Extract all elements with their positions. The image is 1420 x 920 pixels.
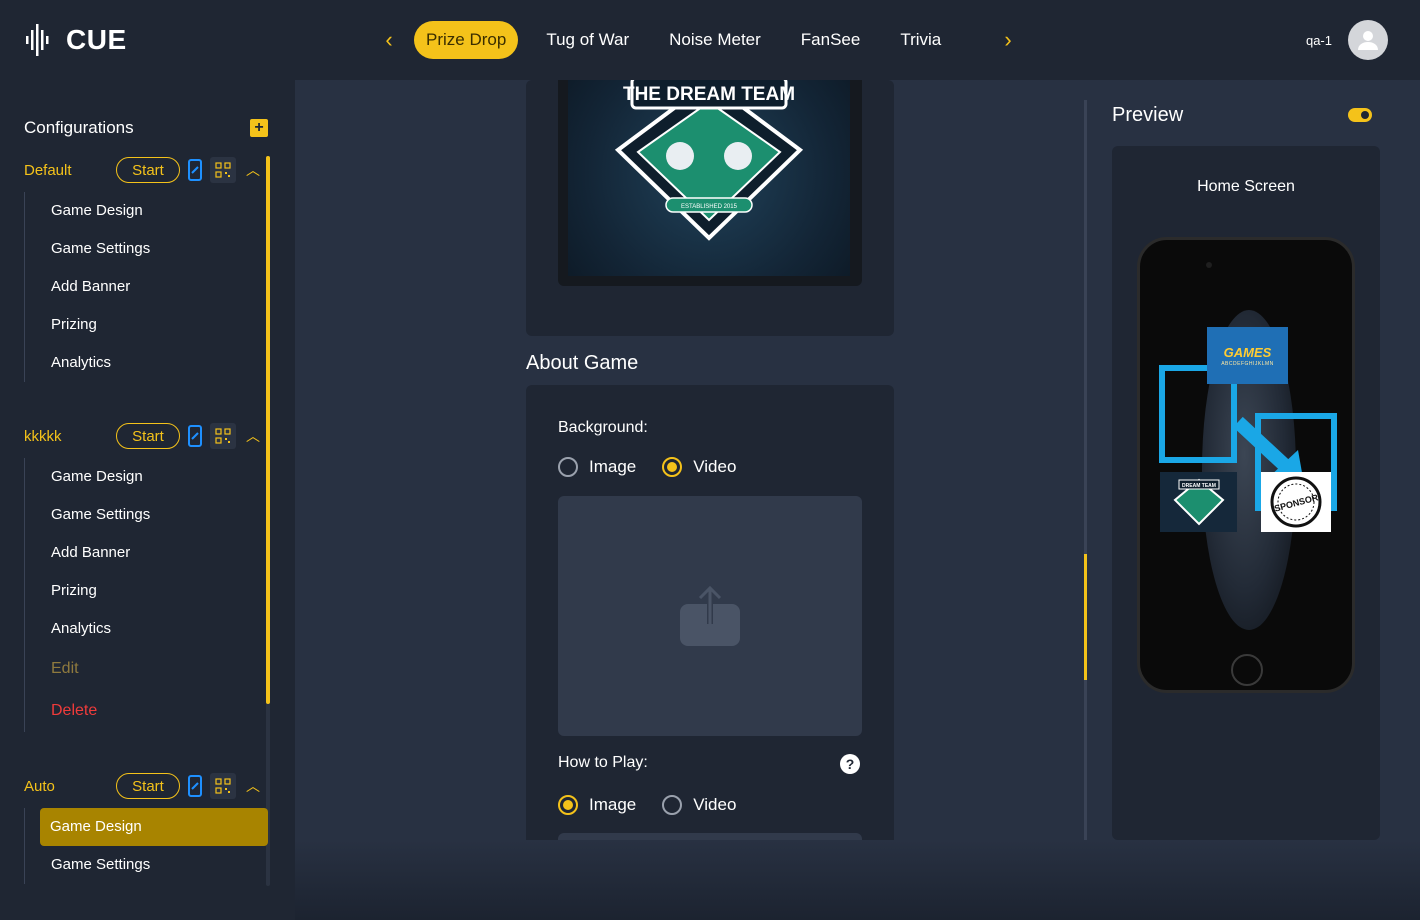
content-scrollbar[interactable] bbox=[1084, 100, 1087, 840]
how-to-play-video-label[interactable]: Video bbox=[693, 795, 736, 815]
config-name[interactable]: kkkkk bbox=[24, 428, 116, 445]
start-button[interactable]: Start bbox=[116, 157, 180, 183]
logo-text: CUE bbox=[66, 24, 127, 55]
background-label: Background: bbox=[558, 419, 648, 436]
background-video-radio[interactable] bbox=[662, 457, 683, 477]
how-to-play-video-radio[interactable] bbox=[662, 795, 683, 815]
how-to-play-image-radio[interactable] bbox=[558, 795, 578, 815]
chevron-up-icon[interactable]: ︿ bbox=[246, 776, 260, 796]
background-upload-dropzone[interactable] bbox=[558, 496, 862, 736]
nav-prev-arrow-icon[interactable]: ‹ bbox=[375, 26, 403, 54]
tab-fansee[interactable]: FanSee bbox=[789, 21, 873, 59]
phone-camera bbox=[1206, 262, 1212, 268]
tab-noise-meter[interactable]: Noise Meter bbox=[657, 21, 773, 59]
menu-analytics[interactable]: Analytics bbox=[25, 344, 150, 382]
phone-home-button bbox=[1231, 654, 1263, 686]
banner-subtext: ESTABLISHED 2015 bbox=[681, 204, 738, 210]
preview-screen-label: Home Screen bbox=[1197, 178, 1295, 195]
config-name[interactable]: Auto bbox=[24, 778, 116, 795]
menu-prizing[interactable]: Prizing bbox=[25, 306, 150, 344]
configurations-header: Configurations + bbox=[24, 118, 268, 138]
add-configuration-button[interactable]: + bbox=[250, 119, 268, 137]
config-row-default[interactable]: Default Start ︿ bbox=[24, 156, 268, 184]
start-button[interactable]: Start bbox=[116, 423, 180, 449]
config-row-kkkkk[interactable]: kkkkk Start ︿ bbox=[24, 422, 268, 450]
content-scrollbar-thumb[interactable] bbox=[1084, 554, 1087, 680]
banner-frame: THE DREAM TEAM ESTABLISHED 2015 bbox=[558, 80, 862, 286]
menu-game-settings[interactable]: Game Settings bbox=[25, 846, 268, 884]
about-game-card: Background: Image Video How to Play: ? I… bbox=[526, 385, 894, 840]
user-menu[interactable]: qa-1 bbox=[1306, 20, 1388, 60]
menu-edit[interactable]: Edit bbox=[25, 648, 150, 690]
games-tile: GAMES ABCDEFGHIJKLMN bbox=[1207, 327, 1288, 384]
avatar[interactable] bbox=[1348, 20, 1388, 60]
menu-delete[interactable]: Delete bbox=[25, 690, 150, 732]
preview-toggle[interactable] bbox=[1348, 108, 1372, 122]
banner-card: THE DREAM TEAM ESTABLISHED 2015 bbox=[526, 80, 894, 336]
tab-trivia[interactable]: Trivia bbox=[888, 21, 953, 59]
chevron-up-icon[interactable]: ︿ bbox=[246, 160, 260, 180]
nav-next-arrow-icon[interactable]: › bbox=[994, 26, 1022, 54]
dream-team-logo-icon: THE DREAM TEAM ESTABLISHED 2015 bbox=[614, 80, 804, 241]
team-logo-tile: DREAM TEAM bbox=[1160, 472, 1237, 532]
logo-waveform-icon bbox=[26, 24, 49, 56]
help-icon[interactable]: ? bbox=[840, 754, 860, 774]
games-tile-subtext: ABCDEFGHIJKLMN bbox=[1221, 360, 1274, 367]
footer-gradient bbox=[295, 840, 1420, 920]
about-game-title: About Game bbox=[526, 352, 639, 374]
menu-prizing[interactable]: Prizing bbox=[25, 572, 150, 610]
mobile-preview-icon[interactable] bbox=[188, 159, 202, 181]
menu-game-design[interactable]: Game Design bbox=[25, 192, 150, 230]
team-tile-text: DREAM TEAM bbox=[1182, 483, 1216, 489]
main-content: THE DREAM TEAM ESTABLISHED 2015 About Ga… bbox=[295, 80, 1420, 840]
how-to-play-image-label[interactable]: Image bbox=[589, 795, 636, 815]
background-image-radio[interactable] bbox=[558, 457, 578, 477]
preview-panel: Home Screen GAMES ABCDEFGHIJKLMN DREAM T… bbox=[1112, 146, 1380, 840]
start-button[interactable]: Start bbox=[116, 773, 180, 799]
config-menu-kkkkk: Game Design Game Settings Add Banner Pri… bbox=[24, 458, 150, 732]
menu-game-settings[interactable]: Game Settings bbox=[25, 230, 150, 268]
banner-image: THE DREAM TEAM ESTABLISHED 2015 bbox=[568, 80, 850, 276]
how-to-play-upload-dropzone[interactable] bbox=[558, 833, 862, 840]
sponsor-badge-icon: SPONSOR bbox=[1270, 476, 1322, 528]
config-row-auto[interactable]: Auto Start ︿ bbox=[24, 772, 268, 800]
menu-add-banner[interactable]: Add Banner bbox=[25, 534, 150, 572]
chevron-up-icon[interactable]: ︿ bbox=[246, 426, 260, 446]
phone-mockup: GAMES ABCDEFGHIJKLMN DREAM TEAM SPONSOR bbox=[1137, 237, 1355, 693]
banner-title-text: THE DREAM TEAM bbox=[623, 84, 795, 105]
menu-game-settings[interactable]: Game Settings bbox=[25, 496, 150, 534]
menu-add-banner[interactable]: Add Banner bbox=[25, 268, 150, 306]
how-to-play-radio-group: Image Video bbox=[558, 795, 762, 815]
config-menu-auto: Game Design Game Settings bbox=[24, 808, 268, 884]
sidebar: Configurations + Default Start ︿ Game De… bbox=[0, 80, 295, 920]
how-to-play-label: How to Play: bbox=[558, 754, 648, 771]
top-bar: CUE ‹ Prize Drop Tug of War Noise Meter … bbox=[0, 0, 1420, 80]
qr-code-icon[interactable] bbox=[210, 423, 236, 449]
tab-prize-drop[interactable]: Prize Drop bbox=[414, 21, 519, 59]
preview-title: Preview bbox=[1112, 104, 1184, 126]
menu-game-design[interactable]: Game Design bbox=[25, 458, 150, 496]
tab-tug-of-war[interactable]: Tug of War bbox=[534, 21, 641, 59]
upload-icon bbox=[680, 585, 740, 646]
background-image-label[interactable]: Image bbox=[589, 457, 636, 477]
logo[interactable]: CUE bbox=[24, 22, 127, 58]
mobile-preview-icon[interactable] bbox=[188, 775, 202, 797]
qr-code-icon[interactable] bbox=[210, 773, 236, 799]
menu-game-design-active[interactable]: Game Design bbox=[40, 808, 268, 846]
username: qa-1 bbox=[1305, 32, 1332, 48]
background-radio-group: Image Video bbox=[558, 457, 762, 477]
configurations-title: Configurations bbox=[24, 118, 134, 137]
user-icon bbox=[1358, 31, 1378, 50]
qr-code-icon[interactable] bbox=[210, 157, 236, 183]
games-tile-text: GAMES bbox=[1223, 344, 1272, 360]
sponsor-tile: SPONSOR bbox=[1261, 472, 1331, 532]
config-name[interactable]: Default bbox=[24, 162, 116, 179]
menu-analytics[interactable]: Analytics bbox=[25, 610, 150, 648]
background-video-label[interactable]: Video bbox=[693, 457, 736, 477]
game-tabs: Prize Drop Tug of War Noise Meter FanSee… bbox=[414, 21, 969, 59]
dream-team-mini-logo-icon: DREAM TEAM bbox=[1173, 478, 1224, 526]
config-menu-default: Game Design Game Settings Add Banner Pri… bbox=[24, 192, 150, 382]
mobile-preview-icon[interactable] bbox=[188, 425, 202, 447]
